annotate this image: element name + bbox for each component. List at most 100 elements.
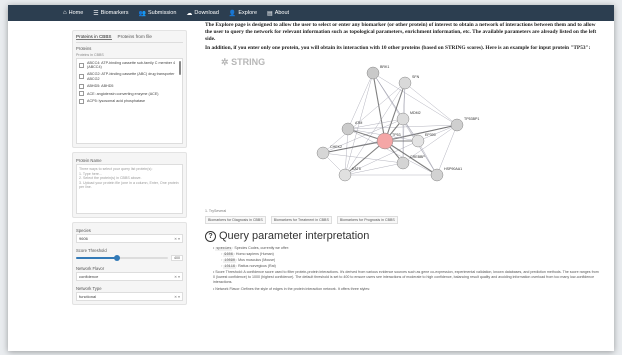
proteins-label: Proteins bbox=[76, 46, 92, 51]
list-icon: ☰ bbox=[93, 10, 99, 17]
network-node: EP300 bbox=[411, 133, 436, 148]
network-flavor-select[interactable]: confidence ✕ ▾ bbox=[76, 272, 183, 281]
list-item[interactable]: ABCG2: ATP-binding cassette (ABC) drug t… bbox=[79, 72, 180, 81]
network-node: MDM2 bbox=[396, 111, 421, 126]
network-edge bbox=[404, 82, 458, 126]
network-node-circle bbox=[411, 134, 425, 148]
protein-source-tabs: Proteins in CBBS Proteins from file bbox=[76, 34, 183, 43]
species-label: Species bbox=[76, 228, 91, 233]
tab-proteins-from-file[interactable]: Proteins from file bbox=[118, 34, 152, 40]
network-node: KAT5 bbox=[338, 167, 361, 182]
network-node-circle bbox=[376, 132, 394, 150]
figure-caption: 1. TrySeveral bbox=[205, 209, 227, 214]
network-type-select[interactable]: functional ✕ ▾ bbox=[76, 292, 183, 301]
string-network-figure: ✲ STRING BRK1 SFN TP53BP1 EP300 CREBBP MDM2 AT… bbox=[205, 55, 600, 205]
home-icon: ⌂ bbox=[63, 10, 67, 16]
users-icon: 👥 bbox=[138, 10, 146, 17]
network-node-circle bbox=[341, 122, 355, 136]
protein-checkbox[interactable] bbox=[79, 74, 84, 80]
protein-select-panel: Proteins in CBBS Proteins from file Prot… bbox=[72, 30, 187, 148]
network-node-label: BRK1 bbox=[380, 65, 389, 69]
network-node-label: ATM bbox=[355, 121, 362, 125]
network-edge bbox=[322, 152, 404, 164]
network-node-label: SFN bbox=[412, 75, 420, 79]
protein-checkbox[interactable] bbox=[79, 62, 84, 68]
network-node: HSP90AA1 bbox=[430, 167, 462, 182]
network-flavor-bullet: • Network Flavor: Defines the style of e… bbox=[213, 287, 371, 292]
user-icon: 👤 bbox=[228, 10, 237, 17]
list-item[interactable]: ABHD5: ABHD5 bbox=[79, 83, 180, 89]
network-node-circle bbox=[396, 156, 410, 170]
nav-about-label: About bbox=[274, 10, 290, 16]
network-node-label: EP300 bbox=[425, 133, 436, 137]
tab-proteins-in-cbbs[interactable]: Proteins in CBBS bbox=[76, 34, 112, 40]
list-item-label: ACP5: lysosomal acid phosphatase bbox=[87, 99, 146, 104]
nav-biomarkers[interactable]: ☰ Biomarkers bbox=[93, 10, 128, 17]
list-item[interactable]: ABCC4: ATP-binding cassette sub-family C… bbox=[79, 61, 180, 70]
score-threshold-label: Score Threshold bbox=[76, 248, 107, 253]
nav-about[interactable]: ▤ About bbox=[267, 10, 289, 17]
list-item-label: ABHD5: ABHD5 bbox=[87, 84, 114, 89]
network-node: SFN bbox=[398, 75, 420, 90]
protein-checkbox[interactable] bbox=[79, 91, 84, 97]
network-type-value: functional bbox=[79, 294, 97, 299]
slider-track[interactable] bbox=[76, 255, 168, 261]
protein-checkbox[interactable] bbox=[79, 83, 84, 89]
network-node-circle bbox=[316, 146, 330, 160]
book-icon: ▤ bbox=[267, 10, 273, 17]
biomarker-links: Biomarkers for Diagnosis in CBBS Biomark… bbox=[205, 216, 600, 225]
network-type-label: Network Type bbox=[76, 286, 102, 291]
network-flavor-value: confidence bbox=[79, 274, 99, 279]
intro-paragraph-1: The Explore page is designed to allow th… bbox=[205, 22, 597, 42]
list-item[interactable]: ACP5: lysosomal acid phosphatase bbox=[79, 99, 180, 104]
network-node-circle bbox=[430, 168, 444, 182]
species-value: 9606 bbox=[79, 236, 88, 241]
network-edge bbox=[372, 72, 458, 126]
score-threshold-bullet: • Score Threshold: A confidence score us… bbox=[213, 270, 599, 285]
score-threshold-value: 400 bbox=[171, 255, 183, 261]
network-edge bbox=[344, 129, 349, 176]
select-arrows-icon: ✕ ▾ bbox=[174, 294, 180, 299]
network-node-circle bbox=[338, 168, 352, 182]
nav-download[interactable]: ☁ Download bbox=[186, 10, 218, 17]
protein-name-textarea[interactable]: Three ways to select your query list pro… bbox=[76, 164, 183, 214]
nav-home[interactable]: ⌂ Home bbox=[63, 10, 83, 16]
network-node-label: TP53 bbox=[392, 133, 401, 137]
nav-submission[interactable]: 👥 Submission bbox=[139, 10, 177, 17]
nav-home-label: Home bbox=[68, 10, 84, 16]
protein-checkbox[interactable] bbox=[79, 99, 84, 104]
nav-explore[interactable]: 👤 Explore bbox=[229, 10, 257, 17]
list-item[interactable]: ACE: angiotensin converting enzyme (ACE) bbox=[79, 91, 180, 97]
proteins-sublabel: Proteins in CBBS bbox=[76, 53, 104, 57]
select-arrows-icon: ✕ ▾ bbox=[174, 236, 180, 241]
list-item-label: ABCC4: ATP-binding cassette sub-family C… bbox=[87, 61, 176, 70]
network-node: TP53BP1 bbox=[450, 117, 479, 132]
cloud-download-icon: ☁ bbox=[186, 10, 193, 17]
protein-list[interactable]: ABCC4: ATP-binding cassette sub-family C… bbox=[76, 58, 183, 144]
protein-name-panel: Protein Name Three ways to select your q… bbox=[72, 152, 187, 218]
protein-name-label: Protein Name bbox=[76, 158, 102, 163]
chip-prognosis[interactable]: Biomarkers for Prognosis in CBBS bbox=[336, 216, 398, 225]
network-node-label: HSP90AA1 bbox=[444, 167, 462, 171]
app-window: ⌂ Home ☰ Biomarkers 👥 Submission ☁ Downl… bbox=[8, 5, 614, 351]
protein-network-graph: BRK1 SFN TP53BP1 EP300 CREBBP MDM2 ATM CHEK2 KAT… bbox=[316, 65, 479, 182]
slider-thumb[interactable] bbox=[114, 255, 121, 261]
score-threshold-slider[interactable]: 400 bbox=[76, 255, 183, 261]
nav-submission-label: Submission bbox=[147, 10, 177, 16]
top-navbar: ⌂ Home ☰ Biomarkers 👥 Submission ☁ Downl… bbox=[8, 5, 614, 21]
protein-list-scrollbar[interactable] bbox=[179, 61, 181, 75]
intro-paragraph-2: In addition, if you enter only one prote… bbox=[205, 45, 591, 52]
nav-biomarkers-label: Biomarkers bbox=[100, 10, 129, 16]
list-item-label: ACE: angiotensin converting enzyme (ACE) bbox=[87, 91, 159, 96]
network-node: BRK1 bbox=[366, 65, 389, 80]
network-node-label: KAT5 bbox=[352, 167, 361, 171]
network-node-label: TP53BP1 bbox=[464, 117, 479, 121]
network-node-label: CREBBP bbox=[410, 155, 425, 159]
network-node-label: CHEK2 bbox=[330, 145, 342, 149]
network-node-circle bbox=[366, 66, 380, 80]
species-select[interactable]: 9606 ✕ ▾ bbox=[76, 234, 183, 243]
chip-diagnosis[interactable]: Biomarkers for Diagnosis in CBBS bbox=[205, 216, 266, 225]
main-content: The Explore page is designed to allow th… bbox=[205, 22, 600, 292]
query-parameter-heading: ? Query parameter interpretation bbox=[205, 230, 600, 242]
chip-treatment[interactable]: Biomarkers for Treatment in CBBS bbox=[270, 216, 332, 225]
